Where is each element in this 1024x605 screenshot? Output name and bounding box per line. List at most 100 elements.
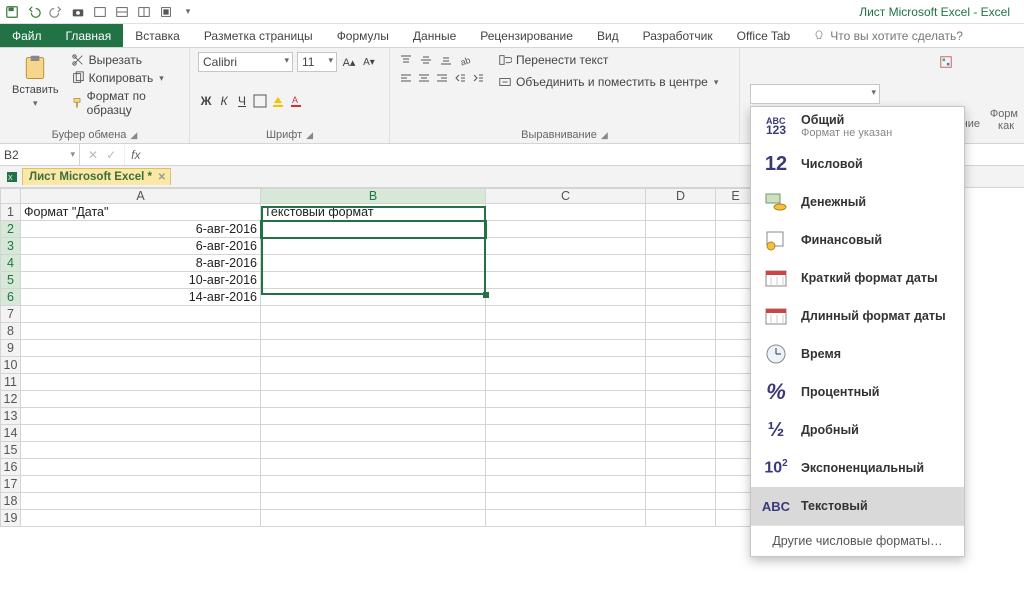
fx-label[interactable]: fx <box>125 144 146 165</box>
fill-handle[interactable] <box>483 292 489 298</box>
col-header-B[interactable]: B <box>261 189 486 204</box>
cell[interactable] <box>646 493 716 510</box>
tab-home[interactable]: Главная <box>54 24 124 47</box>
cell[interactable] <box>21 391 261 408</box>
cell[interactable]: 8-авг-2016 <box>21 255 261 272</box>
italic-button[interactable]: К <box>216 93 232 109</box>
number-format-item-scientific[interactable]: 102Экспоненциальный <box>751 449 964 487</box>
cell[interactable] <box>261 272 486 289</box>
cell[interactable] <box>646 408 716 425</box>
cell[interactable] <box>261 510 486 527</box>
underline-button[interactable]: Ч <box>234 93 250 109</box>
row-header[interactable]: 18 <box>1 493 21 510</box>
align-center-icon[interactable] <box>416 70 432 86</box>
tab-officetab[interactable]: Office Tab <box>725 24 803 47</box>
save-icon[interactable] <box>4 4 20 20</box>
increase-font-icon[interactable]: A▴ <box>341 54 357 70</box>
font-color-button[interactable]: A <box>288 93 304 109</box>
row-header[interactable]: 11 <box>1 374 21 391</box>
cell[interactable] <box>261 493 486 510</box>
qat-more-icon[interactable]: ▾ <box>180 4 196 20</box>
align-left-icon[interactable] <box>398 70 414 86</box>
number-format-item-currency[interactable]: Денежный <box>751 183 964 221</box>
cell[interactable] <box>21 425 261 442</box>
tab-file[interactable]: Файл <box>0 24 54 47</box>
format-painter-button[interactable]: Формат по образцу <box>69 88 181 118</box>
cell[interactable] <box>486 476 646 493</box>
cell[interactable] <box>261 221 486 238</box>
cell[interactable] <box>486 391 646 408</box>
cell[interactable]: Текстовый формат <box>261 204 486 221</box>
row-header[interactable]: 1 <box>1 204 21 221</box>
cell[interactable] <box>646 374 716 391</box>
cell[interactable] <box>486 340 646 357</box>
cell[interactable] <box>261 459 486 476</box>
cell[interactable] <box>646 357 716 374</box>
undo-icon[interactable] <box>26 4 42 20</box>
cell[interactable] <box>486 374 646 391</box>
row-header[interactable]: 9 <box>1 340 21 357</box>
number-format-item-percent[interactable]: %Процентный <box>751 373 964 411</box>
select-all-corner[interactable] <box>1 189 21 204</box>
row-header[interactable]: 19 <box>1 510 21 527</box>
tab-review[interactable]: Рецензирование <box>468 24 585 47</box>
number-format-item-time[interactable]: Время <box>751 335 964 373</box>
align-bottom-icon[interactable] <box>438 52 454 68</box>
font-size-combo[interactable]: 11 <box>297 52 337 72</box>
row-header[interactable]: 13 <box>1 408 21 425</box>
cell[interactable] <box>646 289 716 306</box>
align-top-icon[interactable] <box>398 52 414 68</box>
enter-formula-icon[interactable]: ✓ <box>106 148 116 162</box>
conditional-format-icon[interactable] <box>938 54 954 70</box>
row-header[interactable]: 3 <box>1 238 21 255</box>
name-box[interactable]: B2 <box>0 144 80 165</box>
redo-icon[interactable] <box>48 4 64 20</box>
qat-icon-a[interactable] <box>92 4 108 20</box>
cancel-formula-icon[interactable]: ✕ <box>88 148 98 162</box>
cell[interactable] <box>261 255 486 272</box>
fill-color-button[interactable] <box>270 93 286 109</box>
cell[interactable]: 6-авг-2016 <box>21 221 261 238</box>
row-header[interactable]: 4 <box>1 255 21 272</box>
border-button[interactable] <box>252 93 268 109</box>
cell[interactable] <box>486 272 646 289</box>
cell[interactable] <box>21 408 261 425</box>
number-format-item-number[interactable]: 12Числовой <box>751 145 964 183</box>
cell[interactable] <box>646 391 716 408</box>
number-format-item-general[interactable]: ABC123ОбщийФормат не указан <box>751 107 964 145</box>
number-format-item-fraction[interactable]: ½Дробный <box>751 411 964 449</box>
number-format-item-text[interactable]: ABCТекстовый <box>751 487 964 525</box>
cell[interactable] <box>486 442 646 459</box>
cell[interactable] <box>486 357 646 374</box>
cell[interactable] <box>646 272 716 289</box>
row-header[interactable]: 14 <box>1 425 21 442</box>
cell[interactable] <box>486 425 646 442</box>
row-header[interactable]: 12 <box>1 391 21 408</box>
col-header-A[interactable]: A <box>21 189 261 204</box>
workbook-tab[interactable]: Лист Microsoft Excel * ✕ <box>22 168 171 185</box>
workbook-tab-close-icon[interactable]: ✕ <box>158 172 166 183</box>
cell[interactable] <box>21 357 261 374</box>
tab-formulas[interactable]: Формулы <box>325 24 401 47</box>
tab-insert[interactable]: Вставка <box>123 24 192 47</box>
cell[interactable] <box>646 238 716 255</box>
row-header[interactable]: 6 <box>1 289 21 306</box>
cell[interactable] <box>261 340 486 357</box>
orientation-icon[interactable]: ab <box>458 52 474 68</box>
cell[interactable] <box>261 408 486 425</box>
cell[interactable] <box>21 442 261 459</box>
decrease-font-icon[interactable]: A▾ <box>361 54 377 70</box>
cell[interactable] <box>21 340 261 357</box>
row-header[interactable]: 2 <box>1 221 21 238</box>
cell[interactable] <box>646 442 716 459</box>
number-format-combo[interactable] <box>750 84 880 104</box>
cell[interactable] <box>486 255 646 272</box>
cell[interactable] <box>261 289 486 306</box>
cell[interactable] <box>21 459 261 476</box>
number-format-menu[interactable]: ABC123ОбщийФормат не указан12ЧисловойДен… <box>750 106 965 557</box>
cell[interactable] <box>21 374 261 391</box>
font-name-combo[interactable]: Calibri <box>198 52 293 72</box>
cell[interactable] <box>486 289 646 306</box>
row-header[interactable]: 17 <box>1 476 21 493</box>
row-header[interactable]: 8 <box>1 323 21 340</box>
